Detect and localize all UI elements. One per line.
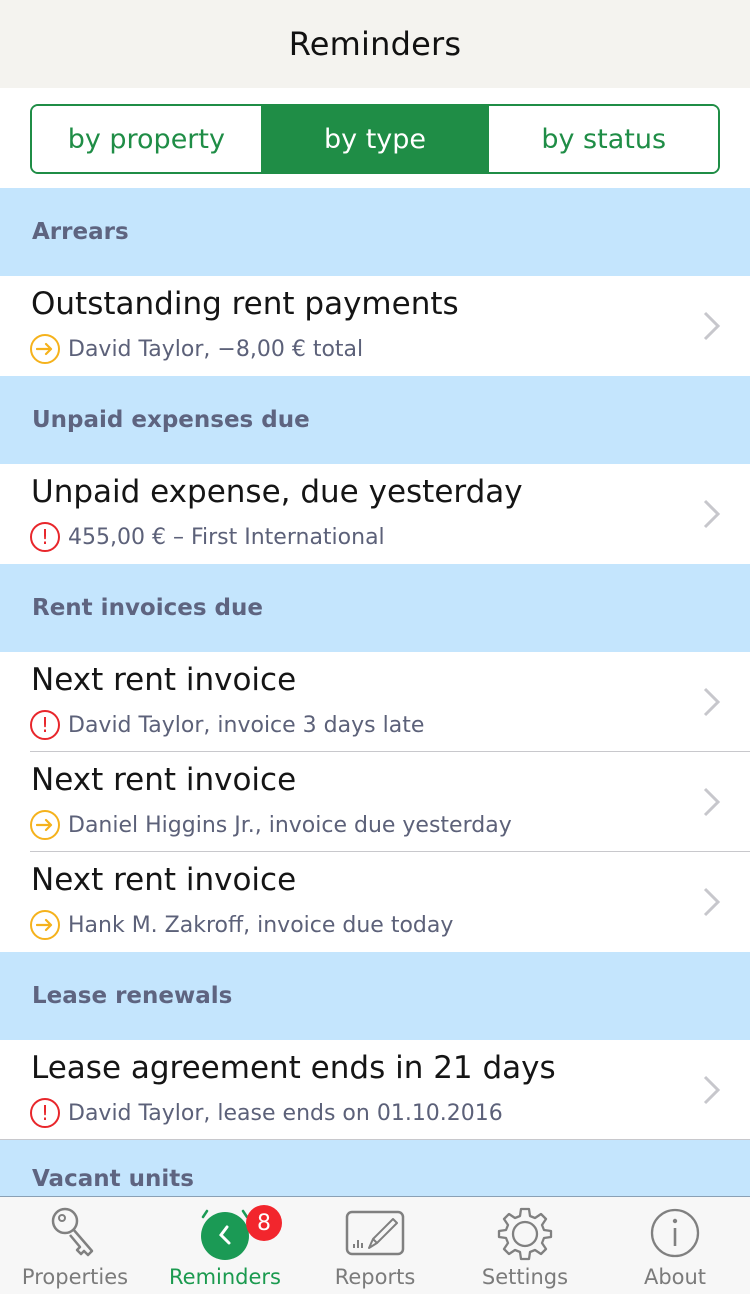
reminder-title: Unpaid expense, due yesterday xyxy=(31,474,523,510)
arrow-right-circle-icon xyxy=(30,910,60,940)
reminder-title: Next rent invoice xyxy=(31,862,297,898)
chevron-right-icon xyxy=(703,887,721,917)
segment-by-type[interactable]: by type xyxy=(260,106,490,172)
section-header-arrears: Arrears xyxy=(0,188,750,276)
reminder-subtitle: David Taylor, −8,00 € total xyxy=(30,334,363,364)
reminder-row[interactable]: Outstanding rent payments David Taylor, … xyxy=(0,276,750,376)
grouping-segmented-control: by property by type by status xyxy=(30,104,720,174)
section-header-rent-invoices: Rent invoices due xyxy=(0,564,750,652)
exclamation-circle-icon: ! xyxy=(30,1098,60,1128)
reminder-subtitle: ! David Taylor, invoice 3 days late xyxy=(30,710,424,740)
reminders-list[interactable]: Arrears Outstanding rent payments David … xyxy=(0,188,750,1196)
chevron-right-icon xyxy=(703,499,721,529)
reminder-detail: David Taylor, lease ends on 01.10.2016 xyxy=(68,1100,503,1126)
tab-label: Reminders xyxy=(169,1265,281,1289)
grouping-control-area: by property by type by status xyxy=(0,88,750,188)
tab-properties[interactable]: Properties xyxy=(0,1197,150,1294)
chevron-right-icon xyxy=(703,311,721,341)
section-header-unpaid-expenses: Unpaid expenses due xyxy=(0,376,750,464)
reminder-row[interactable]: Unpaid expense, due yesterday ! 455,00 €… xyxy=(0,464,750,564)
report-edit-icon xyxy=(343,1203,407,1263)
reminder-row[interactable]: Next rent invoice Daniel Higgins Jr., in… xyxy=(0,752,750,852)
tab-label: About xyxy=(643,1265,707,1289)
reminder-detail: David Taylor, −8,00 € total xyxy=(68,336,364,362)
tab-label: Reports xyxy=(334,1265,416,1289)
reminder-subtitle: ! David Taylor, lease ends on 01.10.2016 xyxy=(30,1098,503,1128)
tab-reports[interactable]: Reports xyxy=(300,1197,450,1294)
tab-label: Properties xyxy=(21,1265,129,1289)
reminders-count-badge: 8 xyxy=(246,1205,282,1241)
reminder-row[interactable]: Next rent invoice ! David Taylor, invoic… xyxy=(0,652,750,752)
reminder-title: Next rent invoice xyxy=(31,762,297,798)
arrow-right-circle-icon xyxy=(30,334,60,364)
exclamation-circle-icon: ! xyxy=(30,522,60,552)
reminder-subtitle: Hank M. Zakroff, invoice due today xyxy=(30,910,453,940)
chevron-right-icon xyxy=(703,787,721,817)
navigation-bar: Reminders xyxy=(0,0,750,88)
page-title: Reminders xyxy=(288,25,462,63)
segment-by-property[interactable]: by property xyxy=(32,106,261,172)
gear-icon xyxy=(493,1203,557,1263)
section-header-vacant-units: Vacant units xyxy=(0,1140,750,1196)
reminder-row[interactable]: Lease agreement ends in 21 days ! David … xyxy=(0,1040,750,1140)
reminder-subtitle: ! 455,00 € – First International xyxy=(30,522,385,552)
arrow-right-circle-icon xyxy=(30,810,60,840)
reminder-detail: Hank M. Zakroff, invoice due today xyxy=(68,912,454,938)
info-icon xyxy=(643,1203,707,1263)
segment-by-status[interactable]: by status xyxy=(489,106,718,172)
tab-about[interactable]: About xyxy=(600,1197,750,1294)
reminder-title: Next rent invoice xyxy=(31,662,297,698)
exclamation-circle-icon: ! xyxy=(30,710,60,740)
section-header-lease-renewals: Lease renewals xyxy=(0,952,750,1040)
tab-label: Settings xyxy=(481,1265,569,1289)
key-icon xyxy=(43,1203,107,1263)
reminder-title: Outstanding rent payments xyxy=(31,286,459,322)
reminder-detail: 455,00 € – First International xyxy=(68,524,385,550)
reminder-detail: Daniel Higgins Jr., invoice due yesterda… xyxy=(68,812,512,838)
reminder-row[interactable]: Next rent invoice Hank M. Zakroff, invoi… xyxy=(0,852,750,952)
tab-settings[interactable]: Settings xyxy=(450,1197,600,1294)
tab-bar: Properties Reminders Reports Settings Ab… xyxy=(0,1196,750,1294)
reminder-subtitle: Daniel Higgins Jr., invoice due yesterda… xyxy=(30,810,512,840)
reminder-detail: David Taylor, invoice 3 days late xyxy=(68,712,425,738)
alarm-clock-icon xyxy=(193,1203,257,1263)
chevron-right-icon xyxy=(703,1075,721,1105)
chevron-right-icon xyxy=(703,687,721,717)
reminder-title: Lease agreement ends in 21 days xyxy=(31,1050,556,1086)
